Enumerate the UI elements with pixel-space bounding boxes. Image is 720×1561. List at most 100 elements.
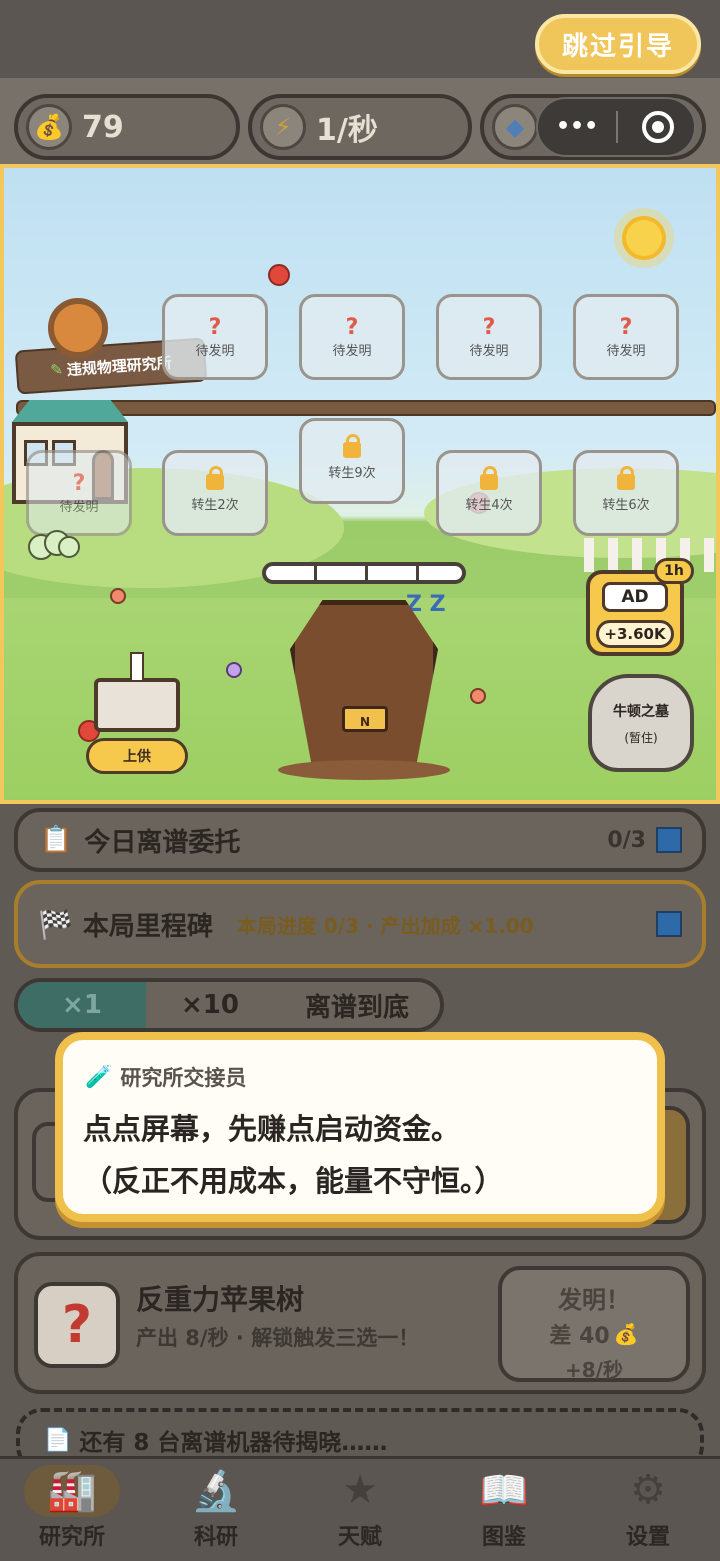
tutorial-dialog[interactable]: 🧪 研究所交接员 点点屏幕，先赚点启动资金。 （反正不用成本，能量不守恒。）: [55, 1032, 665, 1222]
flower-icon: [226, 662, 242, 678]
invent-cost: 差 40 💰: [502, 1318, 686, 1350]
locked-slot[interactable]: 转生9次: [299, 418, 405, 504]
question-icon: ?: [72, 470, 86, 496]
candle-icon: [130, 652, 144, 682]
ad-label: AD: [602, 582, 668, 612]
milestone-detail: 本局进度 0/3 · 产出加成 ×1.00: [236, 913, 534, 938]
slot-label: 转生4次: [465, 497, 513, 513]
question-icon: ?: [482, 314, 496, 340]
tomb-subtitle: (暂住): [624, 730, 658, 745]
locked-slot[interactable]: 转生4次: [436, 450, 542, 536]
slot-label: 待发明: [332, 343, 372, 359]
nav-label: 图鉴: [481, 1525, 526, 1550]
nav-label: 设置: [625, 1525, 670, 1550]
slot-label: 待发明: [195, 343, 235, 359]
altar[interactable]: [94, 678, 180, 732]
tab-max[interactable]: 离谱到底: [274, 982, 440, 1028]
invention-slot[interactable]: ? 待发明: [299, 294, 405, 380]
slot-label: 待发明: [606, 343, 646, 359]
nav-lab[interactable]: 🏭 研究所: [0, 1459, 144, 1561]
dialog-speaker: 研究所交接员: [120, 1066, 247, 1090]
slot-label: 转生6次: [602, 497, 650, 513]
play-icon[interactable]: [656, 911, 682, 937]
slot-label: 转生2次: [191, 497, 239, 513]
document-icon: 📄: [44, 1427, 72, 1453]
star-icon: ★: [342, 1467, 378, 1513]
question-icon: ?: [619, 314, 633, 340]
money-bag-icon: 💰: [26, 104, 72, 150]
tab-x10[interactable]: ×10: [146, 982, 274, 1028]
invention-slot[interactable]: ? 待发明: [162, 294, 268, 380]
pending-text: 还有 8 台离谱机器待揭晓……: [79, 1430, 388, 1456]
slot-label: 待发明: [59, 499, 99, 515]
locked-slot[interactable]: 转生6次: [573, 450, 679, 536]
fence: [584, 538, 716, 572]
book-icon: 📖: [479, 1467, 529, 1514]
dialog-line-2: （反正不用成本，能量不守恒。）: [83, 1164, 504, 1198]
lightning-icon: ⚡: [260, 104, 306, 150]
lab-scene[interactable]: ✎ 违规物理研究所 ? 待发明 ? 待发明 ? 待发明 ? 待发明 ? 待发明 转生2次 转…: [0, 164, 720, 804]
nav-research[interactable]: 🔬 科研: [144, 1459, 288, 1561]
nav-label: 研究所: [38, 1525, 105, 1550]
dialog-line-1: 点点屏幕，先赚点启动资金。: [83, 1112, 461, 1146]
coffin[interactable]: [290, 600, 438, 776]
slot-label: 转生9次: [328, 465, 376, 481]
coin-value: 79: [82, 109, 124, 145]
multiplier-tabs: ×1 ×10 离谱到底: [14, 978, 444, 1032]
invention-slot[interactable]: ? 待发明: [573, 294, 679, 380]
microscope-icon: 🔬: [191, 1467, 241, 1514]
flower-icon: [470, 688, 486, 704]
lock-icon: [343, 433, 361, 458]
daily-commission-panel[interactable]: 📋 今日离谱委托 0/3: [14, 808, 706, 872]
clipboard-icon: 📋: [40, 825, 73, 855]
tomb-title: 牛顿之墓: [613, 703, 669, 720]
capsule-divider: [616, 111, 618, 143]
nav-talent[interactable]: ★ 天赋: [288, 1459, 432, 1561]
offering-button[interactable]: 上供: [86, 738, 188, 774]
gear-icon: ⚙: [630, 1467, 666, 1513]
invention-slot[interactable]: ? 待发明: [26, 450, 132, 536]
invention-slot[interactable]: ? 待发明: [436, 294, 542, 380]
pencil-icon: ✎: [49, 360, 64, 380]
nav-collection[interactable]: 📖 图鉴: [432, 1459, 576, 1561]
invent-label: 发明！: [558, 1286, 630, 1314]
factory-icon: 🏭: [47, 1467, 97, 1514]
wheel-icon: [48, 298, 108, 358]
milestone-title: 本局里程碑: [82, 911, 213, 942]
nav-settings[interactable]: ⚙ 设置: [576, 1459, 720, 1561]
rate-counter: ⚡ 1/秒: [248, 94, 472, 160]
slot-label: 待发明: [469, 343, 509, 359]
machine-unknown-icon: ?: [34, 1282, 120, 1368]
bottom-nav: 🏭 研究所 🔬 科研 ★ 天赋 📖 图鉴 ⚙ 设置: [0, 1456, 720, 1561]
diamond-icon: ◆: [492, 104, 538, 150]
play-icon[interactable]: [656, 827, 682, 853]
nav-label: 科研: [193, 1525, 238, 1550]
invent-button[interactable]: 发明！ 差 40 💰 +8/秒: [498, 1266, 690, 1382]
machine-desc: 产出 8/秒 · 解锁触发三选一！: [136, 1326, 420, 1350]
commission-title: 今日离谱委托: [84, 827, 241, 858]
coin-counter: 💰 79: [14, 94, 240, 160]
lock-icon: [480, 465, 498, 490]
nav-label: 天赋: [337, 1525, 382, 1550]
apple-icon[interactable]: [268, 264, 290, 286]
close-mini-program-icon[interactable]: [642, 111, 674, 143]
machine-card[interactable]: ? 反重力苹果树 产出 8/秒 · 解锁触发三选一！ 发明！ 差 40 💰 +8…: [14, 1252, 706, 1394]
commission-progress: 0/3: [607, 827, 646, 853]
lock-icon: [617, 465, 635, 490]
locked-slot[interactable]: 转生2次: [162, 450, 268, 536]
mini-program-capsule: •••: [536, 97, 696, 157]
invent-gain: +8/秒: [565, 1358, 623, 1382]
ad-timer-badge: 1h: [654, 558, 694, 584]
bush: [28, 530, 80, 560]
more-icon[interactable]: •••: [556, 115, 598, 139]
invent-cost-value: 差 40: [549, 1324, 610, 1349]
tab-x1[interactable]: ×1: [18, 982, 146, 1028]
skip-tutorial-button[interactable]: 跳过引导: [535, 14, 701, 74]
newton-tomb[interactable]: 牛顿之墓 (暂住): [588, 674, 694, 772]
machine-name: 反重力苹果树: [136, 1283, 305, 1316]
rate-value: 1/秒: [316, 113, 378, 148]
dialog-header: 🧪 研究所交接员: [85, 1062, 246, 1092]
test-tube-icon: 🧪: [85, 1064, 113, 1090]
milestone-panel[interactable]: 🏁 本局里程碑 本局进度 0/3 · 产出加成 ×1.00: [14, 880, 706, 968]
coffin-nameplate: N: [342, 706, 388, 732]
